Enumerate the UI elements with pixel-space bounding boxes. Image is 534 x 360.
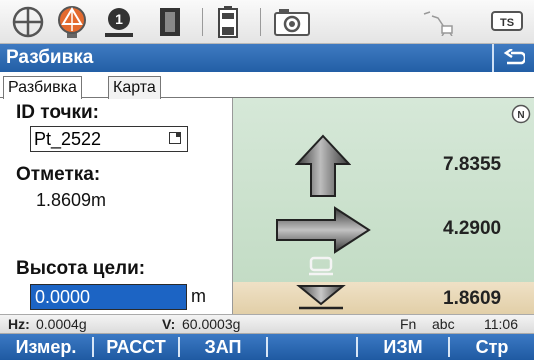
record-softkey[interactable]: ЗАП (180, 334, 266, 360)
softkey-label: ИЗМ (383, 337, 423, 357)
point-list-icon[interactable] (169, 132, 181, 144)
measure-softkey[interactable]: Измер. (0, 334, 92, 360)
forward-distance: 7.8355 (443, 154, 502, 175)
laser-pointer-icon[interactable] (156, 4, 184, 40)
tab-label: Разбивка (8, 79, 77, 96)
battery-icon (214, 4, 242, 40)
elevation-label: Отметка: (16, 164, 101, 185)
camera-icon[interactable] (272, 4, 312, 40)
target-height-label: Высота цели: (16, 258, 146, 279)
info-bar: Hz: 0.0004g V: 60.0003g Fn abc 11:06 (0, 314, 534, 334)
prism-icon[interactable] (52, 4, 92, 40)
return-arrow-icon (503, 49, 525, 65)
distance-softkey[interactable]: РАССТ (94, 334, 178, 360)
clock: 11:06 (484, 316, 518, 332)
page-title: Разбивка (6, 47, 94, 68)
softkey-label: Измер. (15, 337, 77, 357)
fn-indicator: Fn (400, 316, 417, 332)
softkey-bar: Измер. РАССТ ЗАП ИЗМ Стр (0, 334, 534, 360)
height-triangle-icon (295, 284, 347, 315)
tab-label: Карта (113, 79, 156, 96)
toolbar-divider (202, 8, 203, 36)
tab-map[interactable]: Карта (108, 76, 161, 99)
toolbar-divider (260, 8, 261, 36)
softkey-label: Стр (475, 337, 509, 357)
north-icon: N (511, 104, 531, 124)
reflector-1-icon[interactable]: 1 (100, 4, 138, 40)
height-difference: 1.8609 (443, 288, 502, 309)
tab-stakeout[interactable]: Разбивка (3, 76, 82, 99)
empty-softkey[interactable] (268, 334, 356, 360)
elevation-value: 1.8609m (36, 190, 107, 210)
softkey-label: РАССТ (106, 337, 166, 357)
point-id-field[interactable]: Pt_2522 (30, 126, 188, 152)
side-arrow-icon (275, 206, 371, 259)
v-value: 60.0003g (182, 316, 241, 332)
page-softkey[interactable]: Стр (450, 334, 534, 360)
point-id-label: ID точки: (16, 102, 100, 123)
title-bar: Разбивка (0, 44, 534, 72)
stakeout-panel: N 7.8355 4.2900 1.8609 (232, 98, 534, 314)
back-button[interactable] (492, 44, 534, 72)
forward-arrow-icon (294, 134, 352, 203)
north-badge-text: N (517, 110, 524, 121)
hz-value: 0.0004g (36, 316, 87, 332)
hz-label: Hz: (8, 316, 30, 332)
tab-strip: Разбивка Карта (0, 72, 534, 99)
target-height-value: 0.0000 (35, 287, 91, 307)
softkey-label: ЗАП (204, 337, 242, 357)
target-height-input[interactable]: 0.0000 (30, 284, 187, 310)
reflector-number: 1 (115, 11, 123, 27)
point-id-value: Pt_2522 (34, 129, 102, 149)
ts-badge-icon: TS (488, 4, 526, 40)
target-crosshair-icon[interactable] (8, 4, 48, 40)
input-mode-indicator: abc (432, 316, 455, 332)
ts-badge-text: TS (500, 17, 514, 29)
instrument-marker-icon (307, 256, 335, 281)
connection-icon (418, 4, 458, 40)
change-softkey[interactable]: ИЗМ (358, 334, 448, 360)
target-height-unit: m (191, 286, 206, 306)
status-bar: 1 TS (0, 0, 534, 44)
side-distance: 4.2900 (443, 218, 502, 239)
v-label: V: (162, 316, 176, 332)
